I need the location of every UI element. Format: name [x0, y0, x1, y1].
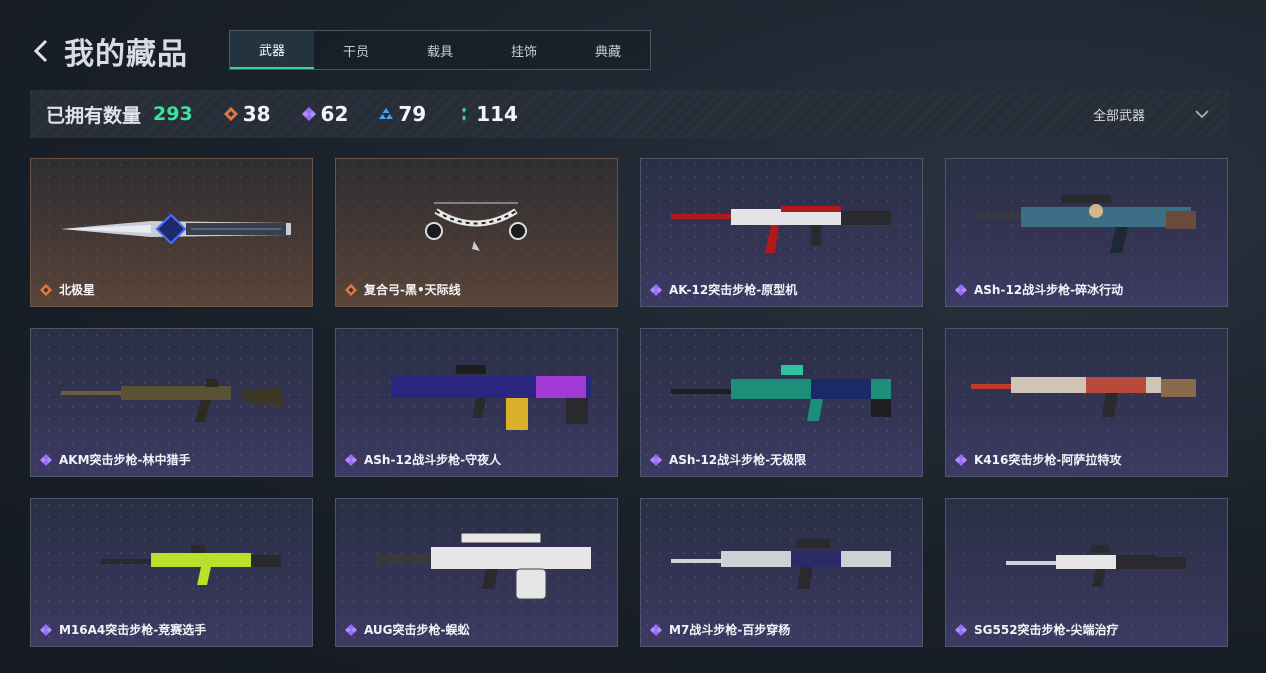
- item-caption: 北极星: [39, 281, 95, 298]
- item-caption: SG552突击步枪-尖端治疗: [954, 621, 1119, 638]
- item-caption: ASh-12战斗步枪-碎冰行动: [954, 281, 1123, 298]
- item-caption: M7战斗步枪-百步穿杨: [649, 621, 790, 638]
- item-caption: ASh-12战斗步枪-无极限: [649, 451, 806, 468]
- weapon-card[interactable]: AK-12突击步枪-原型机: [640, 158, 923, 307]
- knife-image: [61, 213, 291, 245]
- weapon-card[interactable]: 北极星: [30, 158, 313, 307]
- orange-diamond-icon: [223, 106, 239, 122]
- item-caption: ASh-12战斗步枪-守夜人: [344, 451, 501, 468]
- orange-diamond-icon: [344, 283, 358, 297]
- page-title: 我的藏品: [64, 37, 188, 72]
- weapon-card[interactable]: ASh-12战斗步枪-无极限: [640, 328, 923, 477]
- item-name: 北极星: [59, 283, 96, 297]
- item-name: M7战斗步枪-百步穿杨: [669, 623, 791, 637]
- item-name: SG552突击步枪-尖端治疗: [974, 623, 1119, 637]
- weapon-card[interactable]: 复合弓-黑•天际线: [335, 158, 618, 307]
- item-caption: M16A4突击步枪-竞赛选手: [39, 621, 206, 638]
- rarity-count-value: 38: [242, 102, 271, 126]
- rarity-count-blue: 79: [378, 102, 426, 126]
- rarity-count-green: 114: [456, 102, 518, 126]
- tab-weapons[interactable]: 武器: [230, 31, 314, 69]
- tab-operators[interactable]: 干员: [314, 31, 398, 69]
- rarity-count-value: 62: [320, 102, 349, 126]
- rifle-image: [391, 365, 591, 430]
- purple-diamond-icon: [39, 453, 53, 467]
- back-button[interactable]: [30, 33, 52, 69]
- purple-diamond-icon: [649, 623, 663, 637]
- rifle-image: [671, 365, 891, 421]
- green-dots-icon: [456, 106, 472, 122]
- weapon-card[interactable]: K416突击步枪-阿萨拉特攻: [945, 328, 1228, 477]
- purple-diamond-icon: [954, 453, 968, 467]
- purple-diamond-icon: [39, 623, 53, 637]
- weapon-card[interactable]: ASh-12战斗步枪-守夜人: [335, 328, 618, 477]
- item-name: ASh-12战斗步枪-碎冰行动: [974, 283, 1124, 297]
- rifle-image: [1006, 545, 1186, 587]
- rifle-image: [61, 379, 281, 422]
- orange-diamond-icon: [39, 283, 53, 297]
- rifle-image: [671, 206, 891, 253]
- weapon-card[interactable]: M7战斗步枪-百步穿杨: [640, 498, 923, 647]
- item-caption: AKM突击步枪-林中猎手: [39, 451, 191, 468]
- purple-diamond-icon: [344, 453, 358, 467]
- tab-collection[interactable]: 典藏: [566, 31, 650, 69]
- rifle-image: [971, 377, 1196, 417]
- purple-diamond-icon: [301, 106, 317, 122]
- filter-selected-label: 全部武器: [1092, 108, 1145, 124]
- purple-diamond-icon: [649, 283, 663, 297]
- item-name: K416突击步枪-阿萨拉特攻: [974, 453, 1122, 467]
- purple-diamond-icon: [954, 623, 968, 637]
- rarity-count-value: 114: [476, 102, 518, 126]
- item-name: AKM突击步枪-林中猎手: [59, 453, 191, 467]
- item-caption: AUG突击步枪-蜈蚣: [344, 621, 470, 638]
- item-caption: 复合弓-黑•天际线: [344, 281, 461, 298]
- rarity-count-orange: 38: [223, 102, 271, 126]
- item-name: AK-12突击步枪-原型机: [669, 283, 798, 297]
- rarity-count-purple: 62: [301, 102, 349, 126]
- purple-diamond-icon: [954, 283, 968, 297]
- weapon-card[interactable]: SG552突击步枪-尖端治疗: [945, 498, 1228, 647]
- item-name: AUG突击步枪-蜈蚣: [364, 623, 470, 637]
- weapon-filter-dropdown[interactable]: 全部武器: [1093, 90, 1209, 138]
- weapon-card[interactable]: AUG突击步枪-蜈蚣: [335, 498, 618, 647]
- weapon-card[interactable]: M16A4突击步枪-竞赛选手: [30, 498, 313, 647]
- compound-bow-image: [425, 202, 527, 251]
- page-header: 我的藏品: [30, 30, 188, 72]
- tab-charms[interactable]: 挂饰: [482, 31, 566, 69]
- weapon-card[interactable]: AKM突击步枪-林中猎手: [30, 328, 313, 477]
- tab-vehicles[interactable]: 载具: [398, 31, 482, 69]
- item-caption: K416突击步枪-阿萨拉特攻: [954, 451, 1121, 468]
- item-name: 复合弓-黑•天际线: [364, 283, 461, 297]
- weapon-card[interactable]: ASh-12战斗步枪-碎冰行动: [945, 158, 1228, 307]
- chevron-left-icon: [34, 39, 48, 63]
- item-name: ASh-12战斗步枪-无极限: [669, 453, 807, 467]
- item-name: M16A4突击步枪-竞赛选手: [59, 623, 207, 637]
- rarity-count-value: 79: [398, 102, 427, 126]
- rifle-image: [976, 195, 1196, 253]
- rifle-image: [671, 539, 891, 589]
- owned-count-label: 已拥有数量: [46, 104, 142, 127]
- purple-diamond-icon: [344, 623, 358, 637]
- rifle-image: [376, 532, 591, 600]
- category-tabs: 武器 干员 载具 挂饰 典藏: [229, 30, 651, 70]
- owned-count-value: 293: [153, 103, 193, 125]
- ownership-stats-bar: 已拥有数量 293 38 62 79 114 全部武器: [30, 90, 1229, 138]
- purple-diamond-icon: [649, 453, 663, 467]
- rifle-image: [101, 545, 281, 585]
- item-name: ASh-12战斗步枪-守夜人: [364, 453, 502, 467]
- blue-triangle-icon: [378, 106, 394, 122]
- item-caption: AK-12突击步枪-原型机: [649, 281, 797, 298]
- chevron-down-icon: [1195, 109, 1209, 118]
